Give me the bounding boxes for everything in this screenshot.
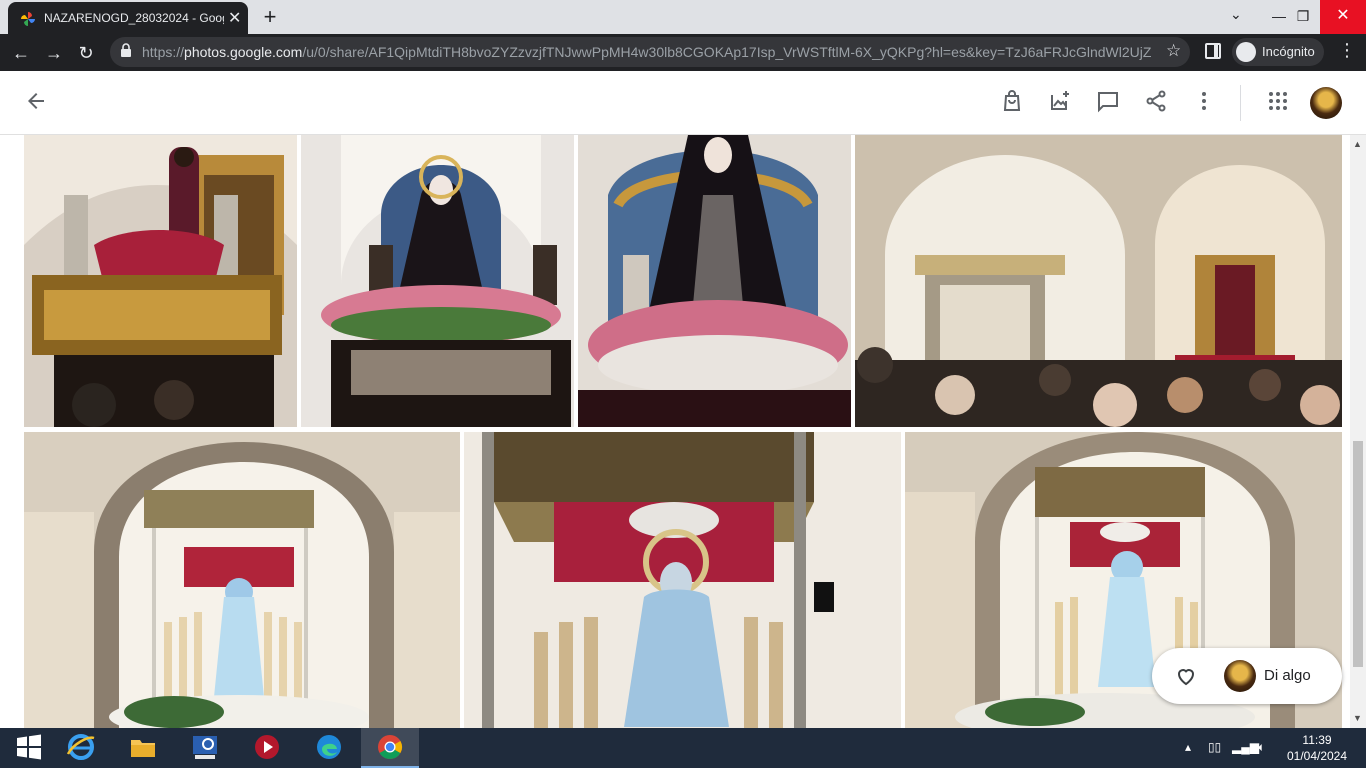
incognito-icon [1236,42,1256,62]
tab-close-icon[interactable]: ✕ [228,8,241,28]
taskbar-chrome[interactable] [361,728,419,768]
app-bar-divider [1240,85,1241,121]
photo-church-procession [855,135,1342,427]
more-options-button[interactable] [1192,89,1220,117]
photo-palio-arch-1 [24,432,460,728]
tray-overflow-icon[interactable]: ▴ [1185,740,1191,754]
add-to-album-button[interactable] [1048,89,1076,117]
bookmark-star-icon[interactable]: ☆ [1166,41,1181,61]
new-tab-icon[interactable]: + [258,4,282,30]
apps-grid-icon [1269,92,1287,110]
taskbar-edge[interactable] [300,728,358,768]
comment-pill: Di algo [1152,648,1342,704]
back-arrow-icon[interactable]: ← [8,40,34,66]
edge-icon [317,735,341,759]
comment-input[interactable]: Di algo [1264,667,1311,684]
order-photos-button[interactable] [1000,89,1028,117]
comment-icon [1098,92,1118,113]
photo-grid [0,135,1366,728]
more-vert-icon [1202,92,1206,110]
windows-taskbar: ▴ ▯▯ ▂▄▆ 🔈︎ 11:39 01/04/2024 [0,728,1366,768]
shopping-bag-icon [1003,90,1021,111]
photo-virgin-altar-1 [301,135,574,427]
photo-virgin-altar-2 [578,135,851,427]
comments-button[interactable] [1096,89,1124,117]
system-clock[interactable]: 11:39 01/04/2024 [1282,732,1352,764]
reload-icon[interactable]: ↻ [73,40,99,66]
photo-nazareno-paso [24,135,297,427]
scroll-up-icon[interactable]: ▲ [1353,139,1362,149]
folder-icon [131,740,155,757]
taskbar-app-monitor[interactable] [176,728,234,768]
chrome-icon [378,735,403,760]
photo-tile[interactable] [24,135,297,427]
scrollbar-thumb[interactable] [1353,441,1363,667]
lock-icon [121,43,131,57]
media-player-icon [255,735,279,759]
window-close-icon[interactable]: ✕ [1320,0,1366,34]
taskbar-internet-explorer[interactable] [52,728,110,768]
photos-app-bar [0,71,1366,135]
network-device-icon[interactable]: ▯▯ [1208,740,1221,754]
side-panel-icon[interactable] [1205,43,1221,59]
photo-tile[interactable] [24,432,460,728]
taskbar-file-explorer[interactable] [114,728,172,768]
scroll-down-icon[interactable]: ▼ [1353,713,1362,723]
arrow-back-icon [28,93,44,109]
google-apps-button[interactable] [1266,89,1294,117]
tab-search-chevron-icon[interactable]: ⌄ [1230,6,1242,23]
photo-tile[interactable] [578,135,851,427]
volume-icon[interactable]: 🔈︎ [1258,740,1265,755]
tab-title: NAZARENOGD_28032024 - Google Fotos [44,11,224,25]
share-button[interactable] [1144,89,1172,117]
photo-palio-closeup [464,432,901,728]
share-icon [1146,90,1166,112]
windows-logo-icon [17,734,41,760]
incognito-profile-button[interactable]: Incógnito [1232,38,1324,66]
url-text: https://photos.google.com/u/0/share/AF1Q… [142,44,1152,60]
tab-strip: NAZARENOGD_28032024 - Google Fotos ✕ + ⌄… [0,0,1366,34]
add-photo-icon [1051,91,1069,110]
photo-tile[interactable] [855,135,1342,427]
google-photos-favicon-icon [21,12,35,26]
page-scrollbar[interactable]: ▲ ▼ [1350,135,1366,728]
taskbar-media-player[interactable] [238,728,296,768]
address-bar[interactable]: https://photos.google.com/u/0/share/AF1Q… [110,37,1190,67]
internet-explorer-icon [66,734,95,760]
monitor-app-icon [193,736,217,759]
signal-icon[interactable]: ▂▄▆ [1232,740,1259,754]
browser-tab[interactable]: NAZARENOGD_28032024 - Google Fotos ✕ [8,2,248,34]
back-button[interactable] [24,89,52,117]
account-avatar[interactable] [1310,87,1342,119]
browser-toolbar: ← → ↻ https://photos.google.com/u/0/shar… [0,34,1366,71]
heart-icon[interactable] [1174,664,1198,688]
photo-tile[interactable] [301,135,574,427]
commenter-avatar [1224,660,1256,692]
start-button[interactable] [0,728,58,768]
forward-arrow-icon[interactable]: → [41,40,67,66]
photo-tile[interactable] [464,432,901,728]
chrome-menu-icon[interactable]: ⋮ [1338,40,1356,61]
